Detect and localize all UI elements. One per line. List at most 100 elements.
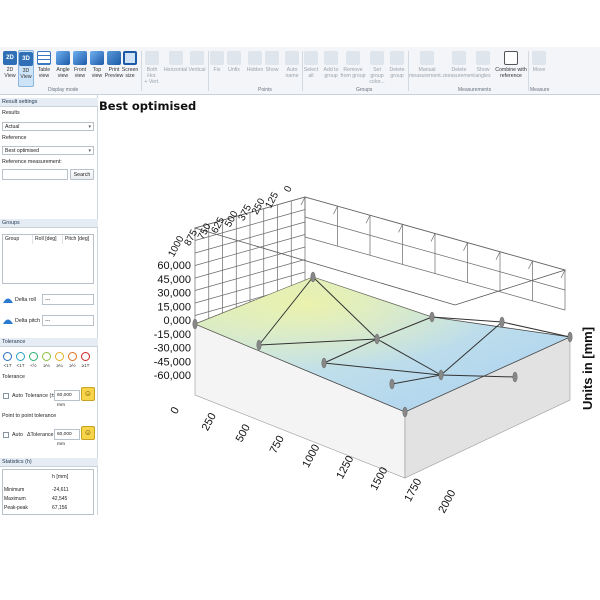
measurement-point[interactable] bbox=[192, 318, 198, 330]
remove-from-group-button[interactable]: Remove from group bbox=[340, 50, 366, 87]
reference-measurement-label: Reference measurement: bbox=[2, 159, 62, 165]
fix-button[interactable]: Fix bbox=[210, 50, 224, 87]
manual-measurement-button[interactable]: Manual measurement... bbox=[409, 50, 445, 87]
left-panel: Result settings Results Actual ▾ Referenc… bbox=[0, 95, 98, 515]
print-preview-button[interactable]: Print Preview bbox=[105, 50, 123, 87]
add-to-group-button[interactable]: Add to group bbox=[322, 50, 340, 87]
measurement-point[interactable] bbox=[321, 357, 327, 369]
delete-measurement-button[interactable]: Delete measurement bbox=[443, 50, 475, 87]
delta-roll-label: Delta roll bbox=[15, 297, 36, 303]
measurement-point[interactable] bbox=[374, 333, 380, 345]
measurement-point[interactable] bbox=[499, 316, 505, 328]
page-title: Best optimised bbox=[99, 99, 197, 113]
vertical-icon bbox=[190, 51, 204, 65]
measurement-point[interactable] bbox=[567, 331, 573, 343]
tolerance-input[interactable]: 60,000 mm bbox=[54, 390, 80, 408]
measurement-point[interactable] bbox=[438, 369, 444, 381]
tolerance-level-icon[interactable] bbox=[3, 352, 12, 361]
results-select[interactable]: Actual ▾ bbox=[2, 122, 94, 131]
y-axis-ticks: 10008757506255003752501250 bbox=[166, 184, 294, 259]
vertical-button[interactable]: Vertical bbox=[188, 50, 206, 87]
measurement-point[interactable] bbox=[512, 371, 518, 383]
combine-with-reference-button[interactable]: Combine with reference bbox=[494, 50, 528, 87]
p2p-tolerance-input[interactable]: 60,000 mm bbox=[54, 429, 80, 447]
wall-grid-line bbox=[495, 251, 501, 260]
column-roll: Roll [deg] bbox=[33, 235, 63, 244]
tolerance-level-icon[interactable] bbox=[16, 352, 25, 361]
group-label-display-mode: Display mode bbox=[48, 87, 79, 93]
3d-view-button[interactable]: 3D 3D View bbox=[18, 50, 34, 87]
tolerance-auto-checkbox[interactable] bbox=[3, 393, 9, 399]
delete-group-button[interactable]: Delete group bbox=[388, 50, 406, 87]
y-tick-label: 0 bbox=[282, 184, 295, 194]
tolerance-level-label: <1T bbox=[16, 363, 25, 368]
y-tick-label: 1000 bbox=[166, 234, 186, 259]
set-group-color-button[interactable]: Set group color... bbox=[366, 50, 388, 87]
chevron-down-icon: ▾ bbox=[88, 124, 91, 130]
z-tick-label: 0,000 bbox=[163, 315, 191, 327]
table-view-button[interactable]: Table view bbox=[35, 50, 53, 87]
statistics-column: h [mm] bbox=[52, 474, 69, 480]
z-axis-ticks: 60,000 45,000 30,00015,000 0,000 -15,000 -30,… bbox=[154, 260, 191, 382]
fix-icon bbox=[210, 51, 224, 65]
x-tick-label: 750 bbox=[268, 434, 287, 456]
tolerance-auto-label: Auto bbox=[12, 393, 23, 399]
ribbon-separator bbox=[208, 51, 209, 91]
reference-select[interactable]: Best optimised ▾ bbox=[2, 146, 94, 155]
measurement-point[interactable] bbox=[402, 406, 408, 418]
z-tick-label: -30,000 bbox=[154, 343, 191, 355]
tolerance-level-icon[interactable] bbox=[81, 352, 90, 361]
move-button[interactable]: Move bbox=[530, 50, 548, 87]
tolerance-level-label: ≥⅛ bbox=[43, 363, 50, 368]
wall-grid-line bbox=[398, 224, 403, 233]
both-button[interactable]: Both Hor. + Vert. bbox=[142, 50, 162, 87]
tolerance-level-icon[interactable] bbox=[29, 352, 38, 361]
search-button[interactable]: Search bbox=[70, 169, 94, 180]
select-all-button[interactable]: Select all bbox=[303, 50, 319, 87]
groups-table[interactable]: Group Roll [deg] Pitch [deg] bbox=[2, 234, 94, 284]
delta-pitch-field[interactable]: --- bbox=[42, 315, 94, 326]
wall-grid-line bbox=[365, 215, 371, 224]
tolerance-ok-icon: ☺ bbox=[81, 387, 95, 401]
select-all-icon bbox=[304, 51, 318, 65]
tolerance-level-icon[interactable] bbox=[42, 352, 51, 361]
surface-chart[interactable]: 60,000 45,000 30,00015,000 0,000 -15,000 -30,… bbox=[99, 112, 600, 516]
front-view-icon bbox=[73, 51, 87, 65]
move-icon bbox=[532, 51, 546, 65]
delta-roll-field[interactable]: --- bbox=[42, 294, 94, 305]
wall-grid-line bbox=[304, 216, 566, 291]
unfix-button[interactable]: Unfix bbox=[226, 50, 242, 87]
show-angles-button[interactable]: Show angles bbox=[474, 50, 492, 87]
p2p-auto-checkbox[interactable] bbox=[3, 432, 9, 438]
measurement-point[interactable] bbox=[256, 339, 262, 351]
combine-icon bbox=[504, 51, 518, 65]
both-icon bbox=[145, 51, 159, 65]
2d-view-button[interactable]: 2D 2D View bbox=[2, 50, 18, 87]
show-button[interactable]: Show bbox=[264, 50, 280, 87]
top-view-button[interactable]: Top view bbox=[89, 50, 105, 87]
measurement-point[interactable] bbox=[389, 378, 395, 390]
column-pitch: Pitch [deg] bbox=[65, 236, 90, 242]
set-group-color-icon bbox=[370, 51, 384, 65]
delete-group-icon bbox=[390, 51, 404, 65]
auto-name-button[interactable]: Auto name bbox=[283, 50, 301, 87]
column-group: Group bbox=[3, 235, 33, 244]
front-view-button[interactable]: Front view bbox=[72, 50, 88, 87]
p2p-tolerance-label: ΔTolerance bbox=[27, 432, 54, 438]
axis-unit-label: Units in [mm] bbox=[580, 327, 595, 410]
statistics-header: Statistics (h) bbox=[0, 458, 98, 467]
angle-view-button[interactable]: Angle view bbox=[55, 50, 71, 87]
z-tick-label: -60,000 bbox=[154, 370, 191, 382]
reference-measurement-input[interactable] bbox=[2, 169, 68, 180]
groups-header: Groups bbox=[0, 219, 98, 228]
screen-size-button[interactable]: Screen size bbox=[122, 50, 138, 87]
show-icon bbox=[265, 51, 279, 65]
statistics-row: Peak-peak 67,156 bbox=[4, 505, 68, 511]
measurement-point[interactable] bbox=[310, 271, 316, 283]
horizontal-icon bbox=[168, 51, 183, 65]
measurement-point[interactable] bbox=[429, 311, 435, 323]
hidden-button[interactable]: Hidden bbox=[246, 50, 264, 87]
tolerance-level-icon[interactable] bbox=[68, 352, 77, 361]
tolerance-level-icon[interactable] bbox=[55, 352, 64, 361]
horizontal-button[interactable]: Horizontal bbox=[163, 50, 188, 87]
